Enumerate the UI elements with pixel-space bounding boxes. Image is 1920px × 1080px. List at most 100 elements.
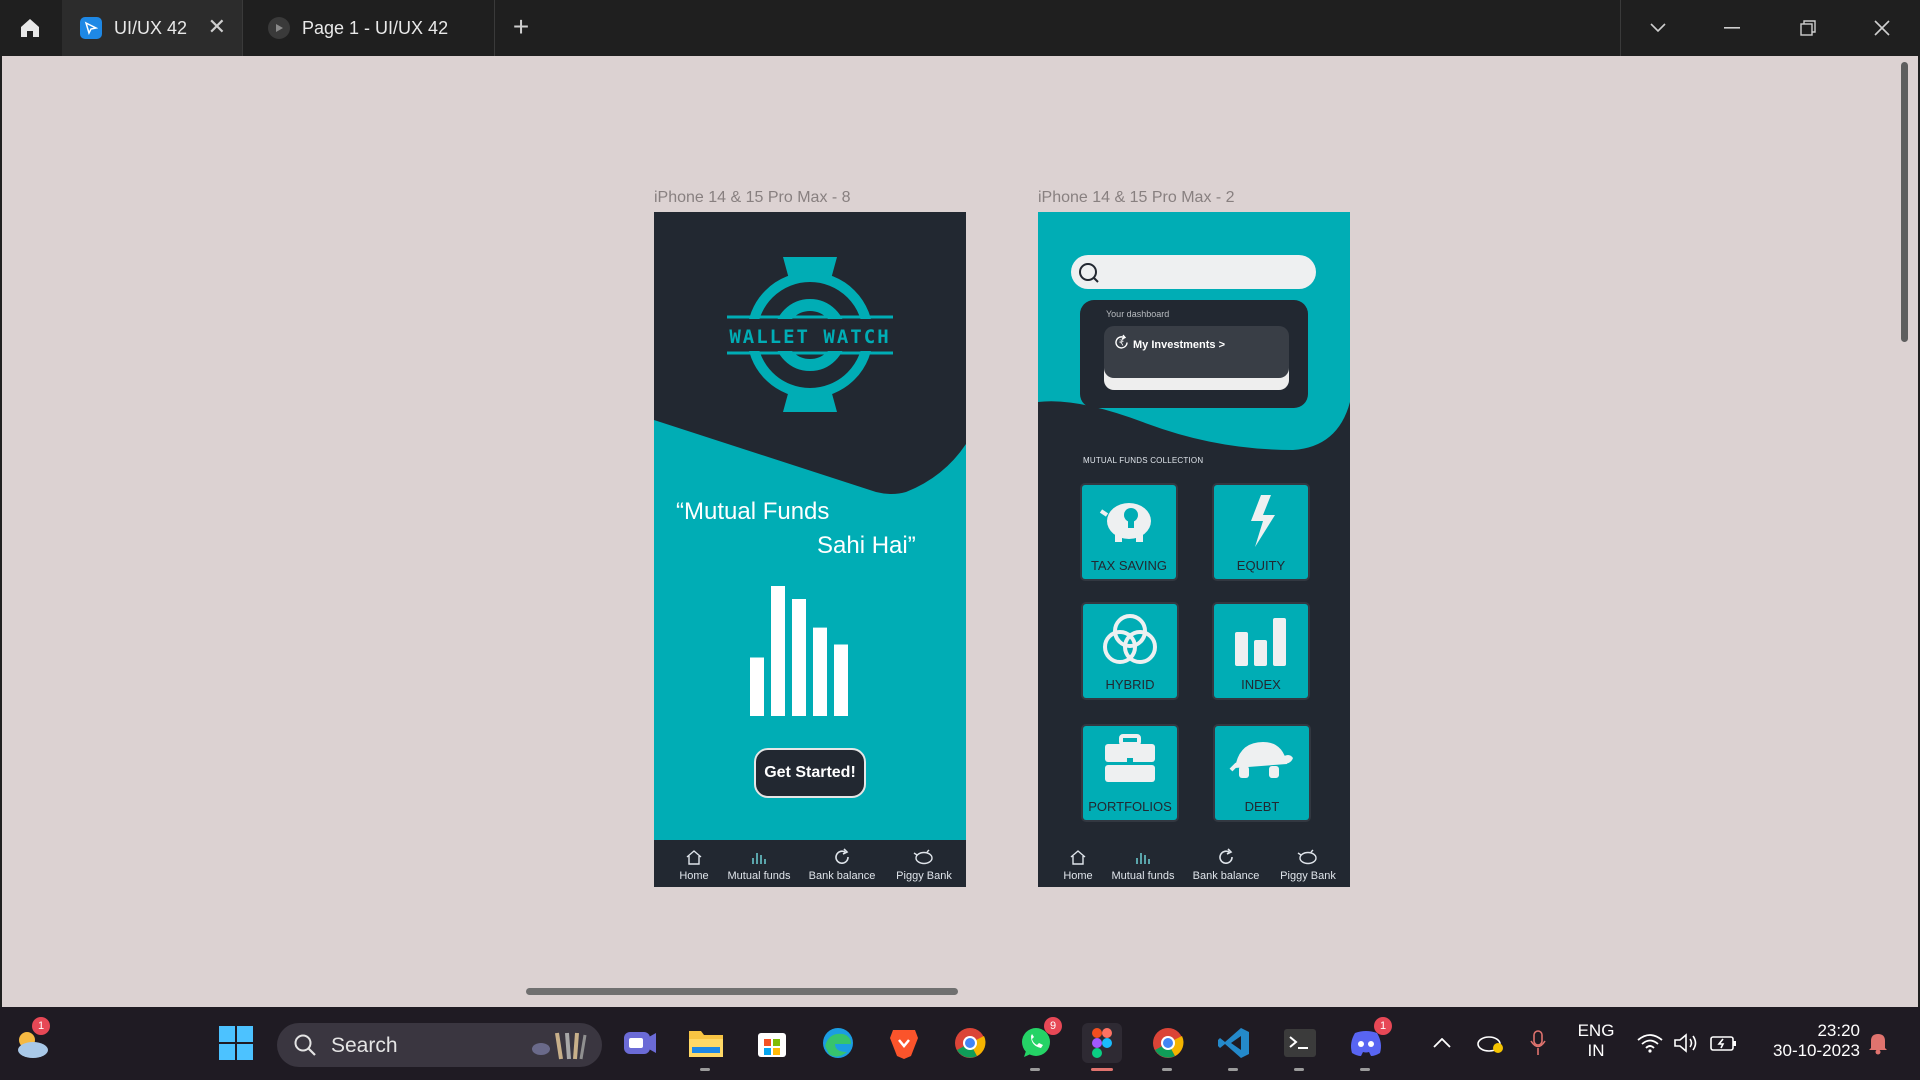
tab-uiux42[interactable]: UI/UX 42 ✕ [62, 0, 242, 56]
tile-equity[interactable]: EQUITY [1214, 485, 1308, 579]
tagline-line-2: Sahi Hai” [817, 532, 916, 559]
chrome-app[interactable] [950, 1023, 990, 1063]
active-indicator [1091, 1068, 1113, 1071]
running-indicator [1360, 1068, 1370, 1071]
start-button[interactable] [216, 1023, 256, 1063]
vertical-scrollbar[interactable] [1901, 62, 1908, 342]
weather-widget[interactable]: 1 [12, 1017, 52, 1063]
tile-index[interactable]: INDEX [1214, 604, 1308, 698]
edge-app[interactable] [818, 1023, 858, 1063]
home-icon [1070, 850, 1086, 865]
terminal-icon [1284, 1029, 1316, 1057]
chart-bar [750, 657, 764, 716]
my-investments-button[interactable]: ₹ My Investments > [1104, 326, 1289, 378]
nav-piggy-bank[interactable]: Piggy Bank [1269, 848, 1347, 882]
minimize-icon [1724, 27, 1740, 29]
cloud-warning-icon [1477, 1036, 1503, 1053]
onedrive-status[interactable] [1470, 1023, 1510, 1063]
running-indicator [1228, 1068, 1238, 1071]
discord-app[interactable]: 1 [1346, 1017, 1392, 1071]
tab-page-1[interactable]: Page 1 - UI/UX 42 [250, 0, 490, 56]
file-explorer-app[interactable] [686, 1023, 726, 1071]
refresh-icon [1219, 848, 1233, 864]
dashboard-card: Your dashboard ₹ My Investments > [1080, 300, 1308, 408]
bar-chart-icon [1136, 853, 1150, 864]
tile-label: PORTFOLIOS [1088, 799, 1172, 814]
show-hidden-icons-button[interactable] [1422, 1023, 1462, 1063]
network-status[interactable] [1630, 1023, 1670, 1063]
notification-badge: 1 [32, 1017, 50, 1035]
battery-status[interactable] [1704, 1023, 1744, 1063]
chrome-browser-icon [955, 1028, 986, 1058]
chart-bar [834, 644, 848, 716]
home-button[interactable] [10, 8, 50, 48]
store-icon [758, 1033, 786, 1057]
tile-label: EQUITY [1236, 558, 1286, 573]
nav-bank-balance[interactable]: Bank balance [1187, 848, 1265, 882]
chevron-up-icon [1433, 1038, 1451, 1048]
volume-status[interactable] [1666, 1023, 1706, 1063]
notification-badge: 9 [1044, 1017, 1062, 1035]
search-icon [1079, 263, 1099, 283]
tabs-dropdown-button[interactable] [1636, 10, 1680, 46]
piggy-bank-icon [1297, 849, 1317, 865]
tile-debt[interactable]: DEBT [1215, 726, 1309, 820]
chrome-profile-app[interactable] [1148, 1023, 1188, 1071]
restore-icon [1800, 20, 1816, 36]
search-highlight-tools-icon [532, 1032, 587, 1060]
search-input[interactable] [1071, 255, 1316, 289]
terminal-app[interactable] [1280, 1023, 1320, 1071]
horizontal-scrollbar[interactable] [526, 988, 958, 995]
briefcase-icon [1105, 734, 1155, 782]
tile-label: HYBRID [1105, 677, 1155, 692]
brave-app[interactable] [884, 1023, 924, 1063]
tab-divider [242, 0, 243, 56]
tab-divider [494, 0, 495, 56]
tile-tax-saving[interactable]: TAX SAVING [1082, 485, 1176, 579]
wifi-icon [1637, 1034, 1663, 1053]
microphone-status[interactable] [1518, 1023, 1558, 1063]
bottom-nav: Home Mutual funds Bank balance Piggy Ban… [654, 840, 966, 887]
figma-file-icon [80, 17, 102, 39]
minimize-button[interactable] [1710, 10, 1754, 46]
tab-label: Page 1 - UI/UX 42 [302, 17, 449, 38]
frame-label[interactable]: iPhone 14 & 15 Pro Max - 2 [1038, 189, 1235, 207]
clock[interactable]: 23:20 30-10-2023 [1750, 1021, 1860, 1061]
tab-divider [1620, 0, 1621, 56]
tile-portfolios[interactable]: PORTFOLIOS [1083, 726, 1177, 820]
language-indicator[interactable]: ENG IN [1572, 1021, 1620, 1061]
nav-mutual-funds[interactable]: Mutual funds [720, 848, 798, 882]
whatsapp-app[interactable]: 9 [1016, 1017, 1062, 1071]
close-tab-button[interactable]: ✕ [208, 14, 226, 40]
logo-text: WALLET WATCH [729, 326, 890, 348]
close-window-button[interactable] [1860, 10, 1904, 46]
wallet-watch-logo: WALLET WATCH [725, 257, 895, 412]
home-icon [21, 19, 39, 37]
lightning-icon [1251, 495, 1275, 547]
store-app[interactable] [752, 1023, 792, 1063]
maximize-button[interactable] [1786, 10, 1830, 46]
my-investments-label: My Investments > [1133, 339, 1226, 351]
taskbar-search[interactable]: Search [277, 1023, 602, 1067]
figma-app[interactable] [1082, 1023, 1122, 1071]
search-icon [294, 1034, 316, 1056]
clock-date: 30-10-2023 [1773, 1041, 1860, 1060]
region-code: IN [1587, 1041, 1605, 1060]
title-bar: UI/UX 42 ✕ Page 1 - UI/UX 42 + [0, 0, 1920, 56]
get-started-button[interactable]: Get Started! [754, 748, 866, 798]
chart-bar [771, 586, 785, 716]
refresh-icon [835, 848, 849, 864]
notifications-button[interactable] [1858, 1023, 1898, 1063]
nav-bank-balance[interactable]: Bank balance [803, 848, 881, 882]
tile-hybrid[interactable]: HYBRID [1083, 604, 1177, 698]
new-tab-button[interactable]: + [506, 12, 536, 42]
nav-piggy-bank[interactable]: Piggy Bank [885, 848, 963, 882]
meet-app[interactable] [620, 1023, 660, 1063]
phone-frame-dashboard[interactable]: Your dashboard ₹ My Investments > MUTUAL… [1038, 212, 1350, 887]
bar-chart-graphic [750, 586, 848, 716]
tile-label: TAX SAVING [1090, 558, 1168, 573]
nav-mutual-funds[interactable]: Mutual funds [1104, 848, 1182, 882]
frame-label[interactable]: iPhone 14 & 15 Pro Max - 8 [654, 189, 851, 207]
phone-frame-welcome[interactable]: WALLET WATCH “Mutual Funds Sahi Hai” Get… [654, 212, 966, 887]
vscode-app[interactable] [1214, 1023, 1254, 1071]
